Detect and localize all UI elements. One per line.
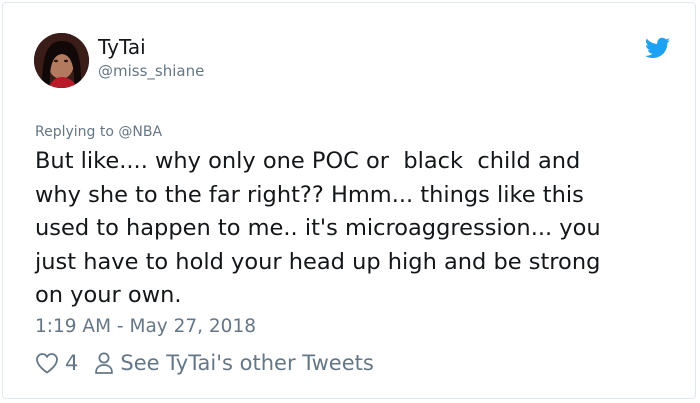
avatar[interactable] — [34, 33, 89, 88]
display-name[interactable]: TyTai — [98, 34, 146, 60]
tweet-card: TyTai @miss_shiane Replying to @NBA But … — [2, 2, 696, 399]
tweet-timestamp[interactable]: 1:19 AM - May 27, 2018 — [35, 315, 256, 339]
replying-prefix: Replying to — [35, 124, 119, 140]
heart-icon[interactable] — [35, 352, 59, 374]
tweet-actions: 4 See TyTai's other Tweets — [35, 349, 374, 377]
like-count[interactable]: 4 — [65, 351, 78, 375]
reply-mention-link[interactable]: @NBA — [118, 124, 162, 140]
person-icon — [95, 352, 114, 374]
replying-to: Replying to @NBA — [35, 122, 162, 142]
tweet-text: But like.... why only one POC or black c… — [35, 148, 601, 308]
twitter-bird-icon[interactable] — [645, 37, 670, 59]
other-tweets-link[interactable]: See TyTai's other Tweets — [120, 351, 373, 375]
user-handle[interactable]: @miss_shiane — [98, 61, 204, 81]
